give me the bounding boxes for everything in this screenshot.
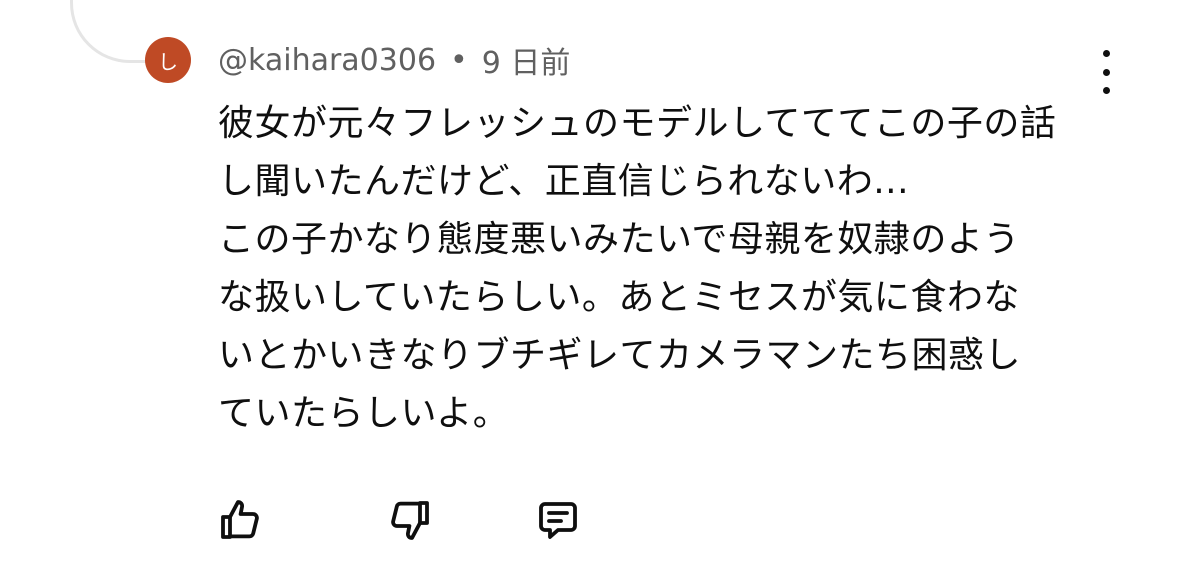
comment-text: 彼女が元々フレッシュのモデルしてててこの子の話 し聞いたんだけど、正直信じられな… — [218, 103, 1057, 434]
separator-dot: • — [450, 42, 468, 78]
thread-connector-line — [70, 0, 153, 63]
avatar-letter: し — [158, 49, 178, 74]
comment-header: @kaihara0306 • 9 日前 — [218, 38, 571, 82]
dislike-button[interactable] — [384, 494, 436, 546]
more-vertical-icon-dot — [1102, 87, 1110, 94]
more-vertical-icon-dot — [1102, 50, 1110, 57]
timestamp[interactable]: 9 日前 — [482, 38, 571, 82]
thumbs-up-icon — [221, 500, 259, 539]
comment-actions — [214, 492, 584, 548]
more-vertical-icon-dot — [1102, 68, 1110, 76]
avatar[interactable]: し — [145, 37, 191, 83]
thumbs-down-icon — [391, 501, 429, 540]
author-name[interactable]: @kaihara0306 — [218, 43, 436, 78]
reply-button[interactable] — [532, 494, 584, 546]
more-options-button[interactable] — [1090, 50, 1122, 94]
comment-reply-icon — [539, 502, 577, 539]
like-button[interactable] — [214, 494, 266, 546]
